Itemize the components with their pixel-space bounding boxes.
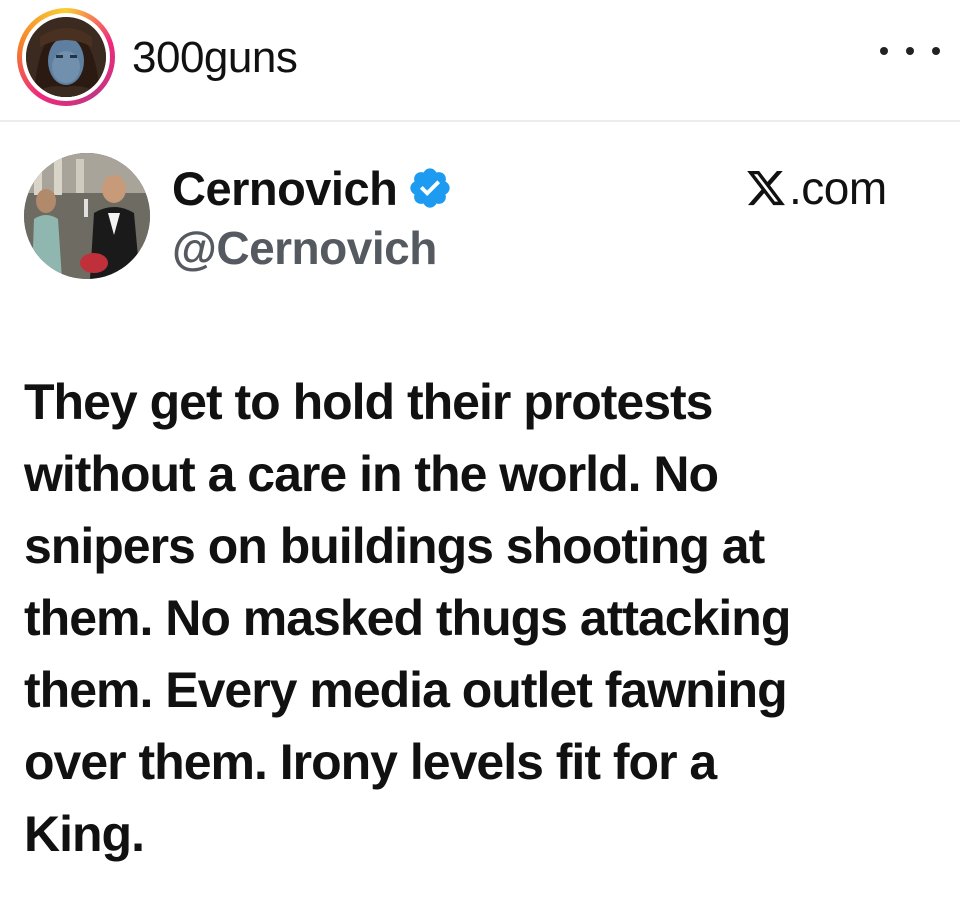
x-logo-icon — [747, 170, 785, 206]
tweet-source[interactable]: .com — [745, 158, 887, 218]
tweet-text: They get to hold their protests without … — [24, 374, 791, 862]
tweet-author-name-row: Cernovich — [172, 158, 453, 218]
tweet-author-avatar[interactable] — [24, 153, 150, 279]
tweet-handle[interactable]: @Cernovich — [172, 218, 437, 278]
avatar-face-icon — [26, 17, 106, 97]
tweet-source-text: .com — [789, 162, 887, 214]
more-horizontal-icon[interactable] — [880, 36, 940, 66]
verified-badge-icon — [410, 168, 450, 208]
post-username[interactable]: 300guns — [132, 30, 298, 86]
avatar-photo-icon — [24, 153, 150, 279]
user-avatar-photo — [26, 17, 106, 97]
story-ring[interactable] — [17, 8, 115, 106]
post-header: 300guns — [0, 0, 960, 122]
tweet-display-name[interactable]: Cernovich — [172, 161, 398, 216]
